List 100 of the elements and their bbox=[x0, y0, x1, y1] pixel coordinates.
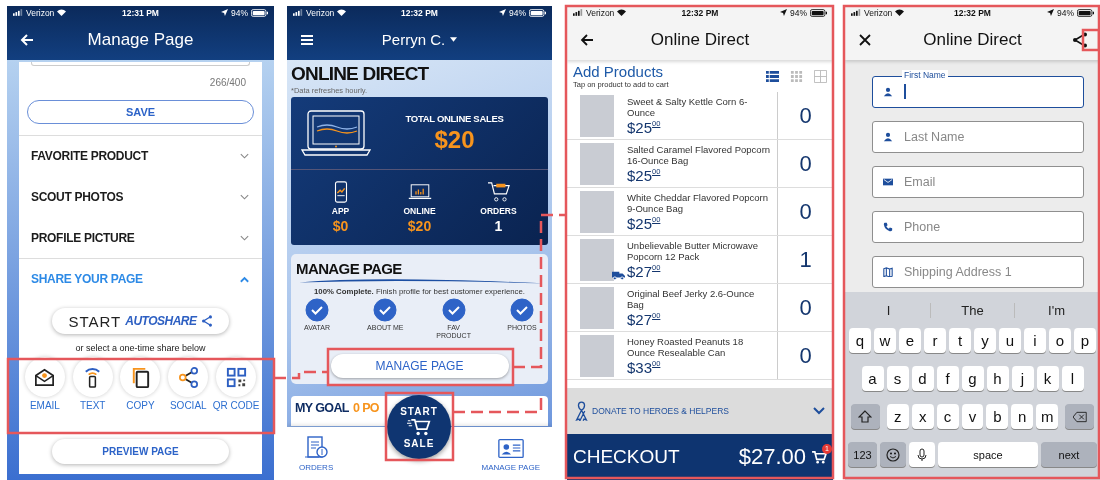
next-key[interactable]: next bbox=[1041, 442, 1097, 467]
keyboard-key[interactable]: x bbox=[911, 404, 934, 429]
nav-tab[interactable]: MANAGE PAGE bbox=[481, 435, 540, 472]
preview-page-button[interactable]: PREVIEW PAGE bbox=[52, 439, 229, 464]
location-icon bbox=[779, 9, 787, 16]
dot-grid-icon[interactable] bbox=[790, 69, 803, 83]
back-arrow-icon[interactable] bbox=[579, 31, 595, 48]
keyboard-key[interactable]: v bbox=[961, 404, 984, 429]
keyboard-key[interactable]: k bbox=[1036, 366, 1059, 391]
keyboard-key[interactable]: f bbox=[936, 366, 959, 391]
share-icon bbox=[200, 315, 213, 327]
keyboard-key[interactable]: p bbox=[1074, 328, 1096, 353]
screen-title: Online Direct bbox=[649, 29, 751, 50]
goal-value: 0 PO bbox=[352, 401, 379, 415]
keyboard-key[interactable]: j bbox=[1011, 366, 1034, 391]
product-name: Unbelievable Butter Microwave Popcorn 12 Pack bbox=[627, 239, 759, 263]
photo-placeholder bbox=[580, 238, 614, 281]
chevron-icon bbox=[239, 275, 250, 283]
user-dropdown[interactable]: Perryn C. bbox=[315, 31, 524, 48]
input-field[interactable] bbox=[872, 76, 1084, 108]
microphone-key[interactable] bbox=[909, 442, 935, 467]
battery-icon bbox=[529, 8, 546, 17]
keyboard-key[interactable]: i bbox=[1024, 328, 1046, 353]
nav-tab[interactable]: ORDERS bbox=[299, 435, 334, 472]
input-field[interactable]: Email bbox=[872, 166, 1084, 198]
keyboard-key[interactable]: g bbox=[961, 366, 984, 391]
photo-placeholder bbox=[580, 190, 614, 233]
keyboard-key[interactable]: n bbox=[1011, 404, 1034, 429]
keyboard-key[interactable]: o bbox=[1049, 328, 1071, 353]
autoshare-button[interactable]: START AUTOSHARE bbox=[52, 308, 229, 334]
product-price: $25 bbox=[627, 214, 653, 232]
goal-label: MY GOAL bbox=[295, 401, 349, 415]
word-suggestion[interactable]: I'm bbox=[1014, 302, 1098, 318]
keyboard-key[interactable]: e bbox=[899, 328, 921, 353]
location-icon bbox=[498, 9, 506, 16]
quantity-count: 0 bbox=[777, 92, 833, 139]
accordion-header[interactable]: SHARE YOUR PAGE bbox=[19, 258, 262, 299]
keyboard-key[interactable]: m bbox=[1036, 404, 1059, 429]
keyboard-key[interactable]: a bbox=[861, 366, 884, 391]
photo-placeholder bbox=[580, 334, 614, 377]
keyboard-key[interactable]: l bbox=[1061, 366, 1084, 391]
total-sales-label: TOTAL ONLINE SALES bbox=[405, 112, 504, 124]
character-count: 266/400 bbox=[209, 77, 246, 88]
backspace-key[interactable] bbox=[1065, 404, 1094, 429]
list-view-icon[interactable] bbox=[766, 69, 779, 83]
keyboard-key[interactable]: z bbox=[886, 404, 909, 429]
battery-percent: 94% bbox=[508, 7, 526, 18]
keyboard-key[interactable]: u bbox=[999, 328, 1021, 353]
keyboard-key[interactable]: s bbox=[886, 366, 909, 391]
wifi-icon bbox=[895, 9, 905, 16]
donate-bar[interactable]: DONATE TO HEROES & HELPERS bbox=[567, 388, 833, 434]
carrier-name: Verizon bbox=[864, 7, 893, 18]
shift-key[interactable] bbox=[851, 404, 880, 429]
keyboard-key[interactable]: q bbox=[849, 328, 871, 353]
quantity-count: 0 bbox=[777, 140, 833, 187]
manage-page-button[interactable]: MANAGE PAGE bbox=[330, 354, 509, 378]
status-time: 12:32 PM bbox=[954, 7, 991, 18]
page-heading: ONLINE DIRECT bbox=[291, 63, 430, 85]
space-key[interactable]: space bbox=[938, 442, 1038, 467]
stat-label: APP bbox=[331, 206, 350, 216]
battery-percent: 94% bbox=[1056, 7, 1074, 18]
signal-icon bbox=[851, 9, 861, 16]
product-name: Honey Roasted Peanuts 18 Ounce Resealable Can bbox=[627, 335, 745, 359]
wifi-icon bbox=[57, 9, 67, 16]
keyboard-key[interactable]: w bbox=[874, 328, 896, 353]
accordion-header[interactable]: PROFILE PICTURE bbox=[19, 217, 262, 258]
stat-label: ONLINE bbox=[403, 206, 436, 216]
keyboard-key[interactable]: b bbox=[986, 404, 1009, 429]
keyboard-key[interactable]: d bbox=[911, 366, 934, 391]
input-field[interactable]: Shipping Address 1 bbox=[872, 256, 1084, 288]
keyboard-key[interactable]: r bbox=[924, 328, 946, 353]
keyboard-key[interactable]: y bbox=[974, 328, 996, 353]
quantity-count: 0 bbox=[777, 188, 833, 235]
emoji-key[interactable] bbox=[880, 442, 906, 467]
battery-icon bbox=[251, 8, 268, 17]
product-name: Original Beef Jerky 2.6-Ounce Bag bbox=[627, 287, 756, 311]
close-icon[interactable] bbox=[857, 31, 873, 48]
envelope-icon bbox=[883, 177, 893, 187]
chevron-icon bbox=[239, 192, 250, 201]
carrier-name: Verizon bbox=[586, 7, 615, 18]
input-field[interactable]: Phone bbox=[872, 211, 1084, 243]
word-suggestion[interactable]: I bbox=[847, 302, 930, 318]
accordion-header[interactable]: FAVORITE PRODUCT bbox=[19, 135, 262, 176]
product-name: Sweet & Salty Kettle Corn 6-Ounce bbox=[627, 95, 749, 119]
input-field[interactable]: Last Name bbox=[872, 121, 1084, 153]
share-icon[interactable] bbox=[1072, 31, 1088, 48]
word-suggestion[interactable]: The bbox=[930, 302, 1014, 318]
microphone-icon bbox=[915, 447, 929, 462]
chevron-icon bbox=[813, 407, 825, 415]
stat-value: $0 bbox=[332, 218, 349, 234]
stat-value: $20 bbox=[407, 218, 432, 234]
total-sales-value: $20 bbox=[434, 125, 475, 154]
keyboard-key[interactable]: h bbox=[986, 366, 1009, 391]
card-title: MANAGE PAGE bbox=[295, 260, 403, 277]
keyboard-key[interactable]: t bbox=[949, 328, 971, 353]
chevron-icon bbox=[239, 233, 250, 242]
numbers-key[interactable]: 123 bbox=[848, 442, 877, 467]
back-arrow-icon[interactable] bbox=[19, 31, 35, 48]
accordion-header[interactable]: SCOUT PHOTOS bbox=[19, 176, 262, 217]
keyboard-key[interactable]: c bbox=[936, 404, 959, 429]
